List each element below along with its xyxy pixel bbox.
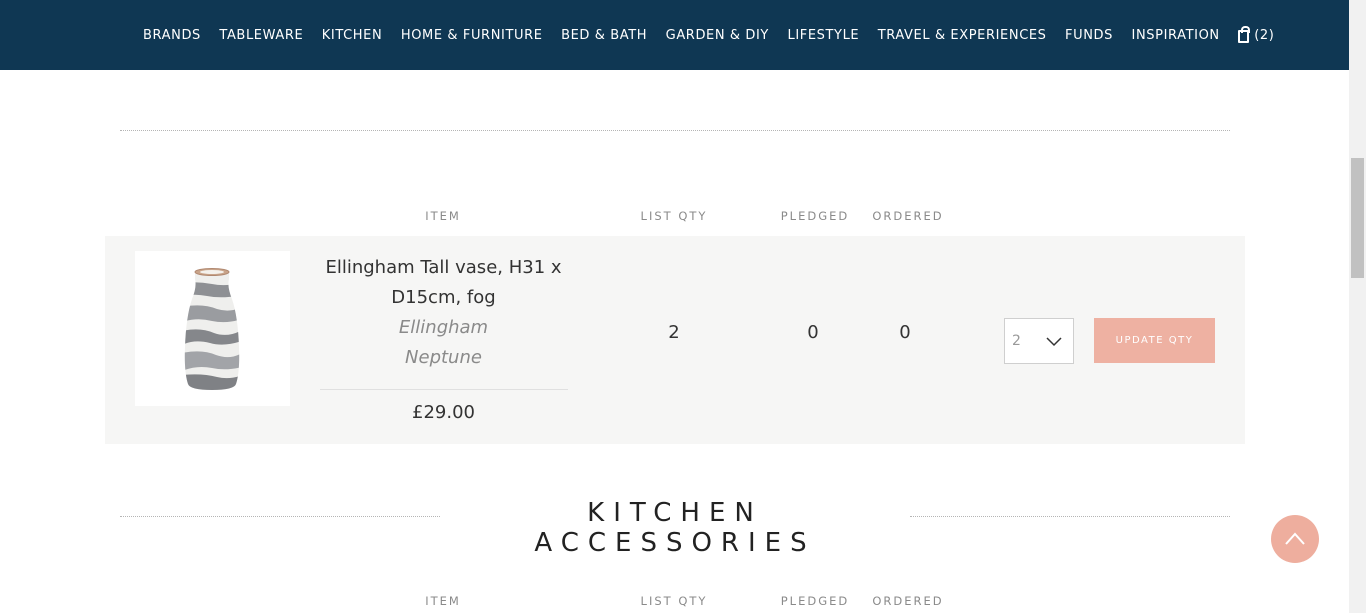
quantity-selected-value: 2: [1012, 333, 1021, 349]
nav-item-brands[interactable]: BRANDS: [143, 28, 201, 43]
item-separator: [320, 389, 568, 390]
cart-button[interactable]: (2): [1238, 25, 1275, 43]
nav-item-travel-experiences[interactable]: TRAVEL & EXPERIENCES: [878, 28, 1047, 43]
chevron-up-icon: [1285, 532, 1305, 545]
nav-item-funds[interactable]: FUNDS: [1065, 28, 1113, 43]
product-image[interactable]: [135, 251, 290, 406]
section-divider: [120, 130, 1230, 131]
nav-item-kitchen[interactable]: KITCHEN: [322, 28, 383, 43]
pledged-value: 0: [807, 322, 819, 343]
nav-item-home-furniture[interactable]: HOME & FURNITURE: [401, 28, 543, 43]
back-to-top-button[interactable]: [1271, 515, 1319, 563]
shopping-bag-icon: [1238, 25, 1251, 43]
header-pledged: PLEDGED: [780, 209, 850, 223]
nav-menu: BRANDS TABLEWARE KITCHEN HOME & FURNITUR…: [143, 0, 1274, 70]
top-navigation: BRANDS TABLEWARE KITCHEN HOME & FURNITUR…: [0, 0, 1349, 70]
registry-item-row: Ellingham Tall vase, H31 x D15cm, fog El…: [105, 236, 1245, 444]
section-divider-left: [120, 516, 440, 517]
header-ordered: ORDERED: [872, 594, 944, 608]
header-list-qty: LIST QTY: [640, 209, 708, 223]
nav-item-inspiration[interactable]: INSPIRATION: [1132, 28, 1220, 43]
cart-count: (2): [1254, 27, 1275, 43]
section-title: KITCHEN ACCESSORIES: [534, 498, 816, 558]
ordered-value: 0: [899, 322, 911, 343]
product-price: £29.00: [412, 402, 475, 423]
brand-line-1: Ellingham: [398, 317, 489, 338]
update-qty-button[interactable]: UPDATE QTY: [1094, 318, 1215, 363]
section-divider-right: [910, 516, 1230, 517]
scrollbar-thumb[interactable]: [1351, 158, 1364, 278]
chevron-down-icon: [1046, 337, 1062, 347]
header-list-qty: LIST QTY: [640, 594, 708, 608]
header-pledged: PLEDGED: [780, 594, 850, 608]
brand-line-2: Neptune: [405, 347, 482, 368]
nav-item-lifestyle[interactable]: LIFESTYLE: [787, 28, 859, 43]
quantity-select[interactable]: 2: [1004, 318, 1074, 364]
product-brand: Ellingham Neptune: [320, 313, 567, 373]
product-name[interactable]: Ellingham Tall vase, H31 x D15cm, fog: [320, 253, 567, 313]
vase-image: [184, 268, 240, 390]
header-item: ITEM: [425, 594, 461, 608]
header-ordered: ORDERED: [872, 209, 944, 223]
nav-item-bed-bath[interactable]: BED & BATH: [561, 28, 647, 43]
header-item: ITEM: [425, 209, 461, 223]
nav-item-tableware[interactable]: TABLEWARE: [219, 28, 303, 43]
nav-item-garden-diy[interactable]: GARDEN & DIY: [666, 28, 769, 43]
list-qty-value: 2: [668, 322, 680, 343]
page-scrollbar[interactable]: [1349, 0, 1366, 613]
